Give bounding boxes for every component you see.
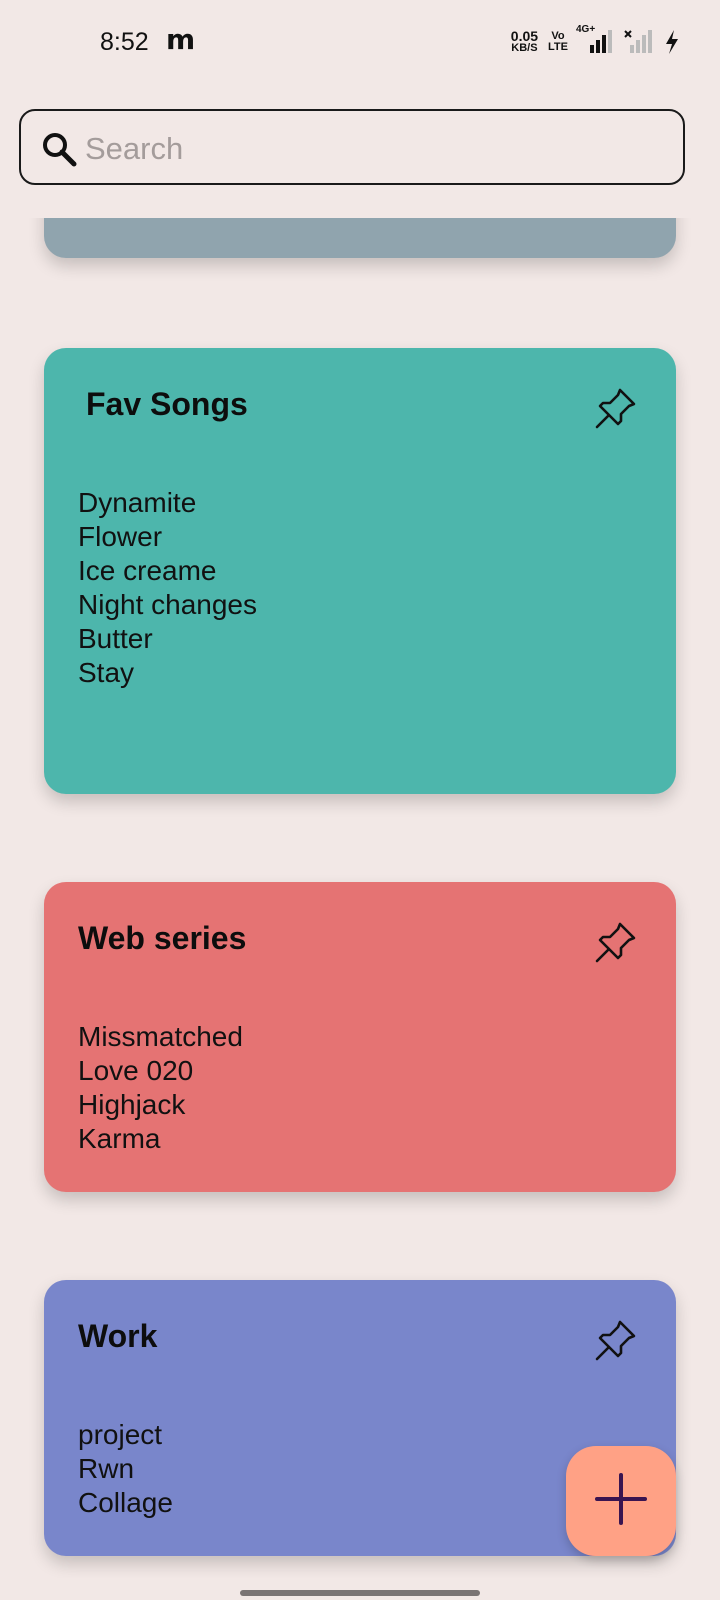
app-notification-icon: m: [166, 23, 196, 56]
pin-icon[interactable]: [594, 1318, 638, 1362]
note-title: Web series: [78, 920, 247, 956]
search-bar[interactable]: [19, 109, 685, 185]
signal-4g-icon: 4G+: [576, 24, 614, 54]
network-speed-value: 0.05: [510, 28, 539, 44]
network-speed-unit: KB/S: [511, 42, 538, 54]
note-body: Dynamite Flower Ice creame Night changes…: [78, 487, 258, 688]
home-indicator[interactable]: [240, 1590, 480, 1596]
pin-icon[interactable]: [594, 386, 638, 430]
pin-icon[interactable]: [594, 920, 638, 964]
search-input[interactable]: [83, 123, 667, 175]
note-title: Work: [78, 1318, 158, 1354]
note-card-web-series[interactable]: Web series Missmatched Love 020 Highjack…: [44, 882, 676, 1192]
network-type-label: 4G+: [576, 24, 596, 35]
search-icon: [41, 131, 77, 171]
signal-no-service-icon: [624, 30, 654, 54]
note-body: Missmatched Love 020 Highjack Karma: [78, 1021, 243, 1154]
charging-bolt-icon: [664, 30, 680, 54]
network-speed: 0.05 KB/S: [510, 28, 539, 54]
volte-icon: Vo LTE: [548, 31, 568, 53]
status-time: 8:52: [100, 28, 149, 56]
note-title: Fav Songs: [86, 386, 248, 422]
note-body: project Rwn Collage: [78, 1419, 173, 1518]
add-note-button[interactable]: [566, 1446, 676, 1556]
note-card-partial[interactable]: [44, 218, 676, 258]
plus-icon: [595, 1473, 647, 1529]
note-card-fav-songs[interactable]: Fav Songs Dynamite Flower Ice creame Nig…: [44, 348, 676, 794]
notes-list[interactable]: Fav Songs Dynamite Flower Ice creame Nig…: [0, 218, 720, 1578]
status-bar: 8:52 m 0.05 KB/S Vo LTE 4G+: [0, 0, 720, 92]
status-icons: 0.05 KB/S Vo LTE 4G+: [510, 24, 680, 54]
volte-bottom: LTE: [548, 41, 568, 53]
